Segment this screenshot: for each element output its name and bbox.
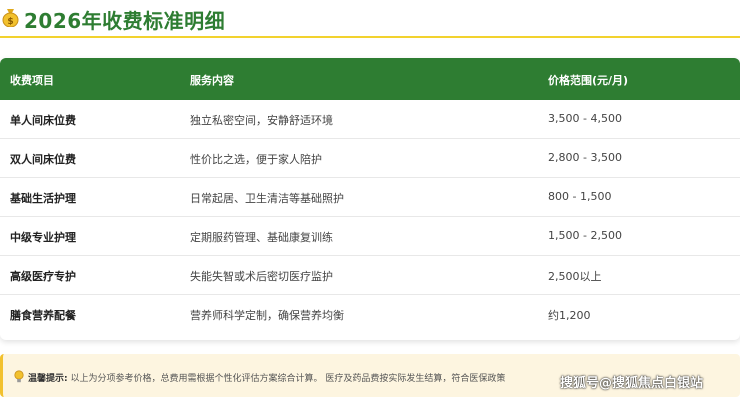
cell-content: 性价比之选，便于家人陪护	[190, 153, 322, 166]
cell-item: 高级医疗专护	[10, 270, 76, 283]
header-item: 收费项目	[10, 74, 54, 87]
tip-text: 温馨提示: 以上为分项参考价格，总费用需根据个性化评估方案综合计算。 医疗及药品…	[28, 371, 548, 384]
cell-item: 膳食营养配餐	[10, 309, 76, 322]
cell-content: 定期服药管理、基础康复训练	[190, 231, 333, 244]
cell-price: 800 - 1,500	[548, 190, 612, 203]
cell-price: 2,500以上	[548, 270, 602, 283]
table-row: 膳食营养配餐 营养师科学定制，确保营养均衡 约1,200	[0, 295, 740, 334]
page-title: 2026年收费标准明细	[24, 9, 226, 33]
cell-price: 2,800 - 3,500	[548, 151, 622, 164]
header-content: 服务内容	[190, 74, 234, 87]
cell-price: 约1,200	[548, 309, 591, 322]
table-row: 中级专业护理 定期服药管理、基础康复训练 1,500 - 2,500	[0, 217, 740, 256]
cell-content: 失能失智或术后密切医疗监护	[190, 270, 333, 283]
lightbulb-icon	[14, 370, 24, 383]
fee-table: 收费项目 服务内容 价格范围(元/月) 单人间床位费 独立私密空间，安静舒适环境…	[0, 58, 740, 340]
cell-item: 中级专业护理	[10, 231, 76, 244]
watermark: 搜狐号@搜狐焦点白银站	[560, 376, 704, 391]
cell-content: 日常起居、卫生清洁等基础照护	[190, 192, 344, 205]
page-header: $ 2026年收费标准明细	[0, 0, 740, 38]
cell-content: 营养师科学定制，确保营养均衡	[190, 309, 344, 322]
cell-content: 独立私密空间，安静舒适环境	[190, 114, 333, 127]
table-row: 基础生活护理 日常起居、卫生清洁等基础照护 800 - 1,500	[0, 178, 740, 217]
cell-item: 单人间床位费	[10, 114, 76, 127]
table-row: 单人间床位费 独立私密空间，安静舒适环境 3,500 - 4,500	[0, 100, 740, 139]
header-price: 价格范围(元/月)	[548, 74, 629, 87]
cell-price: 1,500 - 2,500	[548, 229, 622, 242]
svg-text:$: $	[7, 17, 13, 27]
table-header: 收费项目 服务内容 价格范围(元/月)	[0, 58, 740, 100]
tip-body: 以上为分项参考价格，总费用需根据个性化评估方案综合计算。 医疗及药品费按实际发生…	[70, 374, 506, 384]
cell-price: 3,500 - 4,500	[548, 112, 622, 125]
cell-item: 基础生活护理	[10, 192, 76, 205]
table-row: 双人间床位费 性价比之选，便于家人陪护 2,800 - 3,500	[0, 139, 740, 178]
money-bag-icon: $	[2, 9, 19, 27]
cell-item: 双人间床位费	[10, 153, 76, 166]
tip-label: 温馨提示:	[28, 374, 68, 384]
table-row: 高级医疗专护 失能失智或术后密切医疗监护 2,500以上	[0, 256, 740, 295]
